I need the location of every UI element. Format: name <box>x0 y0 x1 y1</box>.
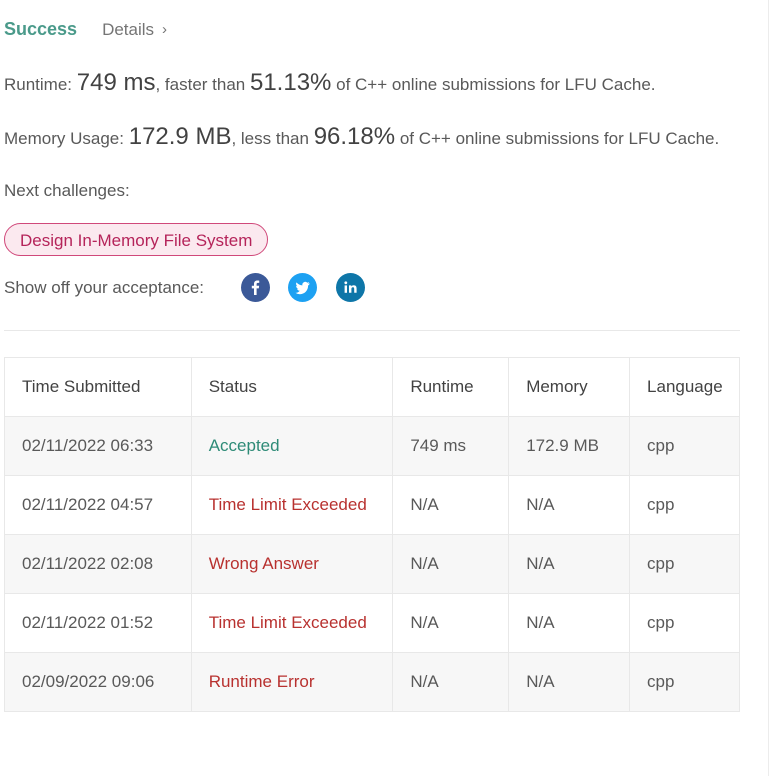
submission-time: 02/11/2022 02:08 <box>4 534 192 594</box>
submission-language: cpp <box>629 534 740 594</box>
submission-memory: N/A <box>508 593 631 653</box>
submission-time: 02/09/2022 09:06 <box>4 652 192 712</box>
submission-language: cpp <box>629 475 740 535</box>
column-header-language[interactable]: Language <box>629 357 740 417</box>
submission-runtime: N/A <box>392 534 510 594</box>
submission-runtime: N/A <box>392 593 510 653</box>
submission-language: cpp <box>629 652 740 712</box>
runtime-suffix: of C++ online submissions for LFU Cache. <box>336 75 656 94</box>
memory-value: 172.9 MB <box>128 123 232 150</box>
submission-time: 02/11/2022 01:52 <box>4 593 192 653</box>
submission-status-link[interactable]: Time Limit Exceeded <box>190 593 394 653</box>
chevron-right-icon: › <box>162 21 168 38</box>
table-row: 02/09/2022 09:06 Runtime Error N/A N/A c… <box>4 652 740 712</box>
submission-runtime: N/A <box>392 652 510 712</box>
submission-status-link[interactable]: Accepted <box>190 416 394 476</box>
details-label: Details <box>102 19 155 39</box>
column-header-time[interactable]: Time Submitted <box>4 357 192 417</box>
memory-label: Memory Usage: <box>4 129 124 148</box>
memory-stat: Memory Usage: 172.9 MB, less than 96.18%… <box>4 123 719 151</box>
runtime-comparison: , faster than <box>155 75 246 94</box>
next-challenges-label: Next challenges: <box>4 181 130 200</box>
table-row: 02/11/2022 02:08 Wrong Answer N/A N/A cp… <box>4 534 740 594</box>
submissions-table: Time Submitted Status Runtime Memory Lan… <box>4 357 740 712</box>
section-divider <box>4 330 740 331</box>
column-header-status[interactable]: Status <box>190 357 394 417</box>
linkedin-icon[interactable] <box>336 273 365 302</box>
challenge-button[interactable]: Design In-Memory File System <box>4 223 269 256</box>
result-status: Success <box>4 19 78 39</box>
table-header-row: Time Submitted Status Runtime Memory Lan… <box>4 357 740 417</box>
submission-memory: 172.9 MB <box>508 416 631 476</box>
submission-time: 02/11/2022 04:57 <box>4 475 192 535</box>
table-row: 02/11/2022 01:52 Time Limit Exceeded N/A… <box>4 593 740 653</box>
submission-runtime: N/A <box>392 475 510 535</box>
submission-memory: N/A <box>508 652 631 712</box>
submission-status-link[interactable]: Runtime Error <box>190 652 394 712</box>
submission-language: cpp <box>629 416 740 476</box>
submission-runtime: 749 ms <box>392 416 510 476</box>
submission-language: cpp <box>629 593 740 653</box>
submission-memory: N/A <box>508 534 631 594</box>
submission-result-page: Success Details › Runtime: 749 ms, faste… <box>0 0 769 776</box>
runtime-value: 749 ms <box>76 69 156 96</box>
submission-memory: N/A <box>508 475 631 535</box>
details-link[interactable]: Details › <box>102 20 167 40</box>
runtime-label: Runtime: <box>4 75 73 94</box>
memory-comparison: , less than <box>231 129 309 148</box>
result-header: Success Details › <box>4 19 167 40</box>
column-header-runtime[interactable]: Runtime <box>392 357 510 417</box>
table-row: 02/11/2022 06:33 Accepted 749 ms 172.9 M… <box>4 416 740 476</box>
submission-time: 02/11/2022 06:33 <box>4 416 192 476</box>
submission-status-link[interactable]: Wrong Answer <box>190 534 394 594</box>
facebook-icon[interactable] <box>241 273 270 302</box>
runtime-stat: Runtime: 749 ms, faster than 51.13% of C… <box>4 69 656 97</box>
column-header-memory[interactable]: Memory <box>508 357 631 417</box>
runtime-percent: 51.13% <box>249 69 332 96</box>
submission-status-link[interactable]: Time Limit Exceeded <box>190 475 394 535</box>
table-row: 02/11/2022 04:57 Time Limit Exceeded N/A… <box>4 475 740 535</box>
memory-percent: 96.18% <box>313 123 396 150</box>
twitter-icon[interactable] <box>288 273 317 302</box>
memory-suffix: of C++ online submissions for LFU Cache. <box>399 129 720 148</box>
share-label: Show off your acceptance: <box>4 278 205 297</box>
